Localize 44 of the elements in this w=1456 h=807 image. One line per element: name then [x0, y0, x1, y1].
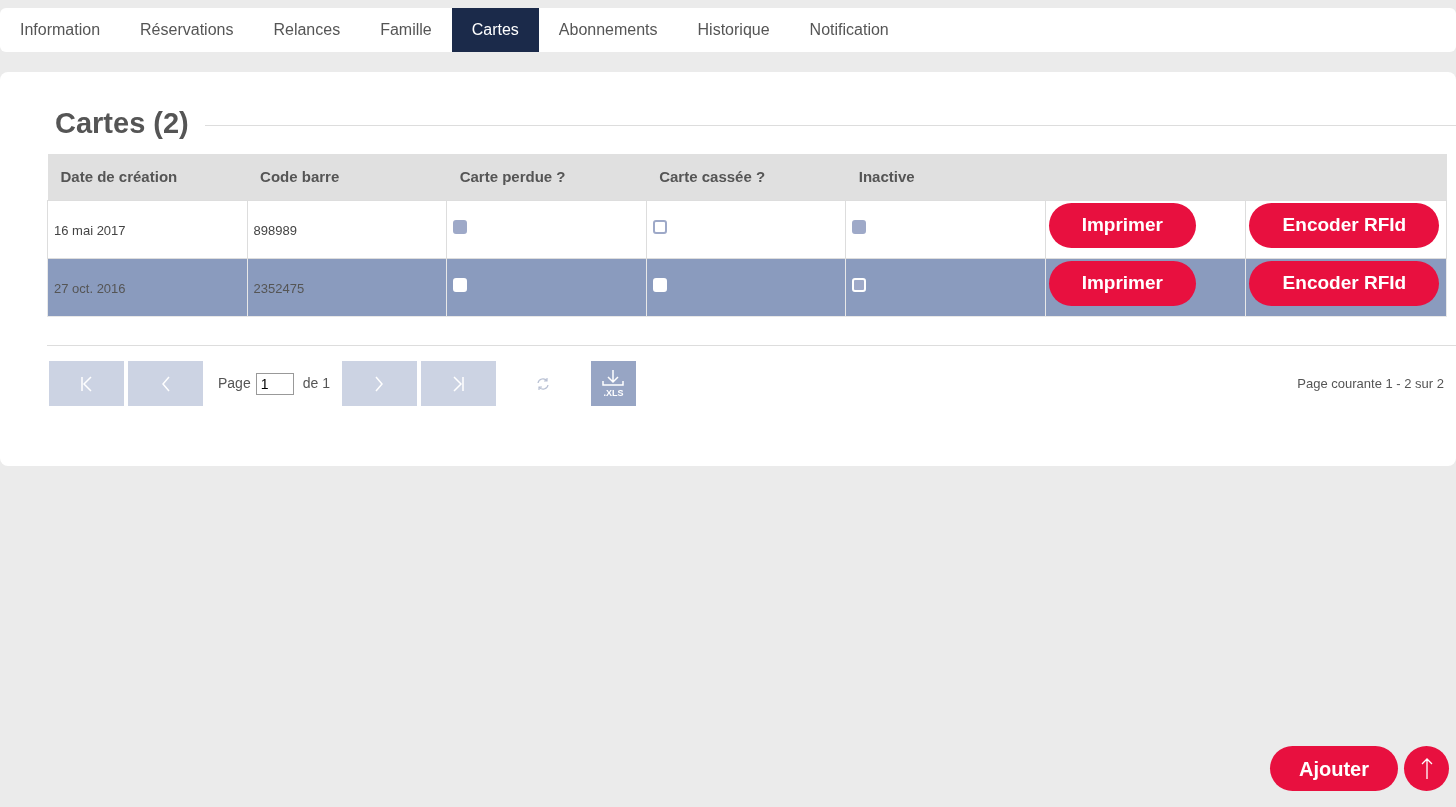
tab[interactable]: Abonnements — [538, 8, 678, 52]
print-button[interactable]: Imprimer — [1048, 261, 1196, 306]
up-arrow-icon — [1420, 757, 1433, 780]
add-button[interactable]: Ajouter — [1270, 746, 1398, 791]
table-row[interactable]: 27 oct. 2016 2352475 Imprimer Encoder RFId — [47, 258, 1447, 317]
next-page-button[interactable] — [341, 361, 417, 406]
barcode-cell: 2352475 — [253, 280, 305, 296]
page-summary: Page courante 1 - 2 sur 2 — [1297, 374, 1444, 393]
tab[interactable]: Réservations — [120, 8, 254, 52]
previous-page-icon — [160, 375, 171, 392]
column-header: Code barre — [247, 153, 447, 201]
tab[interactable]: Famille — [360, 8, 452, 52]
page-count: de 1 — [302, 374, 330, 393]
date-cell: 27 oct. 2016 — [54, 280, 126, 296]
encode-rfid-button[interactable]: Encoder RFId — [1249, 203, 1440, 248]
column-header: Carte cassée ? — [646, 153, 846, 201]
scroll-top-button[interactable] — [1404, 746, 1449, 791]
tab[interactable]: Cartes — [451, 8, 539, 52]
xls-label: .XLS — [603, 389, 624, 398]
checkbox[interactable] — [453, 220, 468, 234]
date-cell: 16 mai 2017 — [54, 222, 126, 238]
checkbox[interactable] — [852, 220, 867, 234]
section-title: Cartes (2) — [55, 106, 189, 141]
first-page-button[interactable] — [49, 361, 124, 406]
column-header: Date de création — [47, 153, 248, 201]
encode-rfid-button[interactable]: Encoder RFId — [1249, 261, 1440, 306]
page-input[interactable]: 1 — [255, 372, 294, 395]
next-page-icon — [374, 375, 385, 392]
tab[interactable]: Information — [0, 8, 121, 52]
first-page-icon — [79, 375, 94, 392]
table-row[interactable]: 16 mai 2017 898989 Imprimer Encoder RFId — [47, 200, 1447, 259]
tab[interactable]: Notification — [789, 8, 909, 52]
last-page-button[interactable] — [420, 361, 496, 406]
checkbox[interactable] — [652, 220, 667, 234]
page-label: Page — [218, 374, 251, 393]
last-page-icon — [451, 375, 466, 392]
tab[interactable]: Historique — [677, 8, 790, 52]
refresh-icon — [535, 376, 550, 391]
tab[interactable]: Relances — [253, 8, 361, 52]
column-header: Inactive — [845, 153, 1046, 201]
barcode-cell: 898989 — [253, 222, 297, 238]
download-icon — [601, 369, 626, 389]
column-header: Carte perdue ? — [446, 153, 647, 201]
print-button[interactable]: Imprimer — [1048, 203, 1196, 248]
